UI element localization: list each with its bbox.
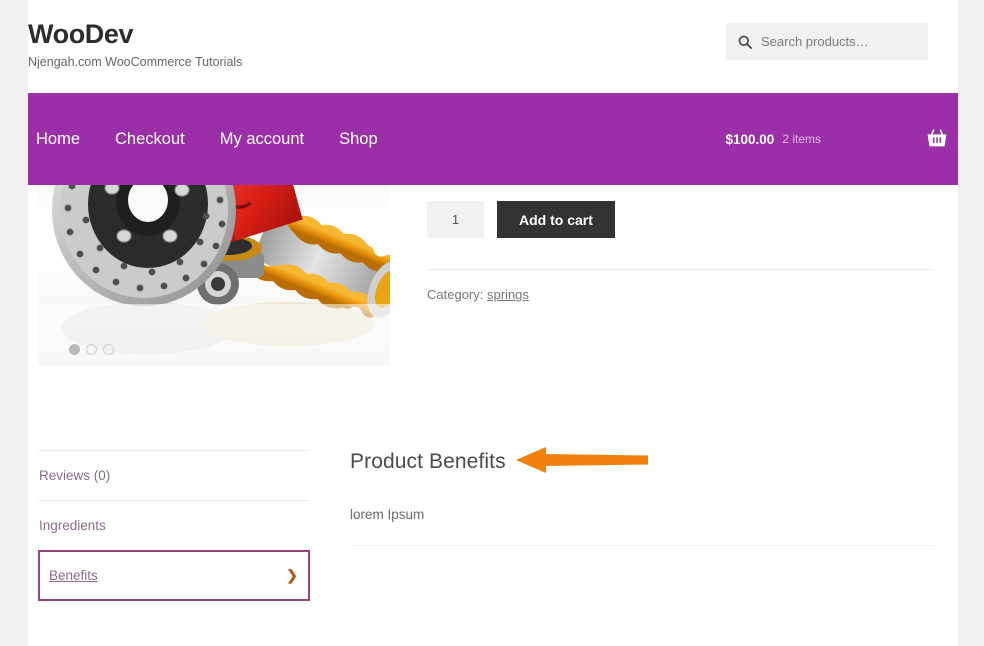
product-tabs-list: Reviews (0) Ingredients Benefits ❯ xyxy=(38,450,310,601)
site-title: WooDev xyxy=(28,19,134,49)
cart-total: $100.00 xyxy=(725,131,775,147)
product-purchase-panel: Add to cart Category: springs xyxy=(427,201,937,302)
product-search-box[interactable] xyxy=(726,23,928,60)
quantity-input[interactable] xyxy=(427,201,484,238)
product-image[interactable] xyxy=(38,185,390,365)
summary-divider xyxy=(427,269,934,270)
nav-links: Home Checkout My account Shop xyxy=(36,130,413,149)
tab-benefits[interactable]: Benefits ❯ xyxy=(38,550,310,601)
gallery-dot-2[interactable] xyxy=(86,344,97,355)
product-gallery[interactable] xyxy=(38,185,390,365)
tab-panel-benefits: Product Benefits lorem Ipsum xyxy=(350,450,938,546)
primary-navigation: Home Checkout My account Shop $100.00 2 … xyxy=(28,93,958,185)
shopping-basket-icon[interactable] xyxy=(926,128,948,150)
gallery-dot-3[interactable] xyxy=(103,344,114,355)
nav-item-checkout[interactable]: Checkout xyxy=(115,130,185,149)
panel-title: Product Benefits xyxy=(350,450,506,473)
panel-divider xyxy=(350,545,935,546)
search-input[interactable] xyxy=(761,34,916,49)
nav-item-home[interactable]: Home xyxy=(36,130,80,149)
site-content-wrapper: WooDev Njengah.com WooCommerce Tutorials… xyxy=(28,0,958,646)
product-meta: Category: springs xyxy=(427,287,937,302)
tab-reviews[interactable]: Reviews (0) xyxy=(38,450,310,500)
product-summary-section: Add to cart Category: springs xyxy=(28,185,958,390)
nav-item-shop[interactable]: Shop xyxy=(339,130,378,149)
add-to-cart-form: Add to cart xyxy=(427,201,937,238)
gallery-dots[interactable] xyxy=(69,344,114,355)
cart-item-count: 2 items xyxy=(782,132,821,146)
category-link[interactable]: springs xyxy=(487,287,529,302)
cart-summary[interactable]: $100.00 2 items xyxy=(726,93,959,185)
chevron-right-icon: ❯ xyxy=(286,567,298,583)
tab-ingredients-label: Ingredients xyxy=(39,518,106,533)
search-icon xyxy=(738,35,752,49)
product-tabs-section: Reviews (0) Ingredients Benefits ❯ Produ… xyxy=(28,450,958,640)
add-to-cart-button[interactable]: Add to cart xyxy=(497,201,615,238)
panel-body-text: lorem Ipsum xyxy=(350,507,425,522)
tab-benefits-label: Benefits xyxy=(49,568,98,583)
tab-reviews-label: Reviews (0) xyxy=(39,468,111,483)
page-root: WooDev Njengah.com WooCommerce Tutorials… xyxy=(0,0,984,646)
nav-item-my-account[interactable]: My account xyxy=(220,130,304,149)
site-header: WooDev Njengah.com WooCommerce Tutorials xyxy=(28,0,958,93)
site-branding[interactable]: WooDev Njengah.com WooCommerce Tutorials xyxy=(28,18,242,70)
tab-ingredients[interactable]: Ingredients xyxy=(38,500,310,550)
category-label: Category: xyxy=(427,287,484,302)
site-tagline: Njengah.com WooCommerce Tutorials xyxy=(28,55,243,69)
gallery-dot-1[interactable] xyxy=(69,344,80,355)
